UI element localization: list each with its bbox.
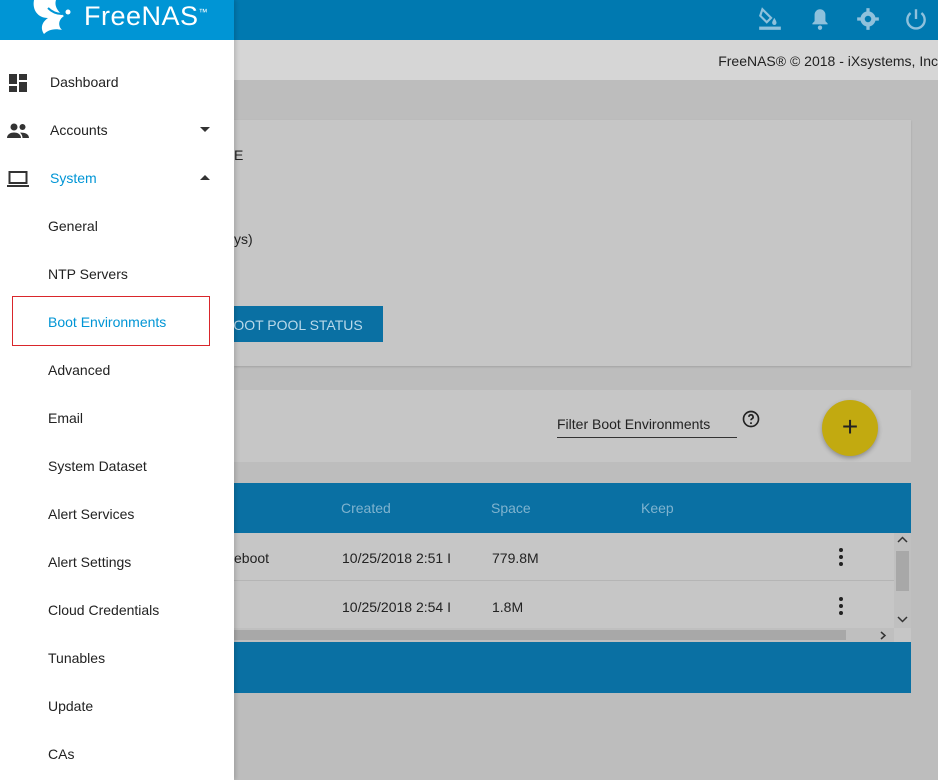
brand-logo[interactable]: FreeNAS™	[0, 0, 234, 40]
sidebar-subitem-label: Alert Services	[48, 506, 135, 522]
more-vert-icon[interactable]	[838, 548, 844, 566]
column-header[interactable]: Space	[491, 500, 531, 516]
boot-pool-status-button[interactable]: BOOT POOL STATUS	[234, 306, 383, 342]
sidebar-item-dashboard[interactable]: Dashboard	[0, 59, 234, 107]
sidebar-subitem-tunables[interactable]: Tunables	[0, 635, 234, 683]
sidebar-item-label: Dashboard	[50, 74, 119, 90]
help-icon[interactable]	[741, 409, 761, 429]
row-created: 10/25/2018 2:54 I	[342, 599, 451, 615]
sub-header: FreeNAS® © 2018 - iXsystems, Inc	[234, 40, 938, 80]
table-footer	[234, 642, 911, 693]
scroll-right-icon[interactable]	[879, 631, 887, 640]
sidebar-subitem-alert-settings[interactable]: Alert Settings	[0, 539, 234, 587]
dashboard-icon	[9, 74, 27, 92]
sidebar-subitem-system-dataset[interactable]: System Dataset	[0, 443, 234, 491]
bell-icon[interactable]	[807, 6, 833, 32]
sidebar-subitem-label: NTP Servers	[48, 266, 128, 282]
vertical-scrollbar[interactable]	[894, 533, 911, 628]
sidebar-item-system[interactable]: System	[0, 155, 234, 203]
sidebar-subitem-cloud-credentials[interactable]: Cloud Credentials	[0, 587, 234, 635]
sidebar-subitem-label: Update	[48, 698, 94, 714]
boot-pool-card: E ys) BOOT POOL STATUS	[234, 120, 911, 366]
freenas-logo-icon	[33, 0, 71, 34]
table-header: Created Space Keep	[234, 483, 911, 533]
sidebar-item-accounts[interactable]: Accounts	[0, 107, 234, 155]
sidebar-subitem-label: Cloud Credentials	[48, 602, 160, 618]
horizontal-scrollbar[interactable]	[234, 628, 894, 642]
sidebar-subitem-alert-services[interactable]: Alert Services	[0, 491, 234, 539]
sidebar-subitem-ntp-servers[interactable]: NTP Servers	[0, 251, 234, 299]
sidebar-subitem-cas[interactable]: CAs	[0, 731, 234, 779]
scroll-thumb[interactable]	[234, 630, 846, 640]
sidebar-subitem-label: Advanced	[48, 362, 111, 378]
copyright-text: FreeNAS® © 2018 - iXsystems, Inc	[718, 53, 938, 69]
scroll-down-icon[interactable]	[897, 615, 908, 623]
filter-input[interactable]: Filter Boot Environments	[557, 416, 737, 438]
sidebar-subitem-label: Tunables	[48, 650, 106, 666]
theme-icon[interactable]	[757, 6, 783, 32]
row-space: 779.8M	[492, 550, 539, 566]
sidebar-subitem-label: System Dataset	[48, 458, 147, 474]
more-vert-icon[interactable]	[838, 597, 844, 615]
chevron-down-icon	[200, 127, 210, 132]
brand-name: FreeNAS™	[84, 1, 209, 31]
gear-icon[interactable]	[855, 6, 881, 32]
power-icon[interactable]	[903, 6, 929, 32]
table-row[interactable]: eboot 10/25/2018 2:51 I 779.8M	[234, 533, 894, 581]
sidebar-subitem-label: Email	[48, 410, 84, 426]
add-fab-button[interactable]: +	[822, 400, 878, 456]
sidebar: FreeNAS™ Dashboard Accounts System Gener…	[0, 0, 234, 780]
scroll-thumb[interactable]	[896, 551, 909, 591]
row-created: 10/25/2018 2:51 I	[342, 550, 451, 566]
scroll-up-icon[interactable]	[897, 536, 908, 544]
sidebar-subitem-update[interactable]: Update	[0, 683, 234, 731]
sidebar-subitem-general[interactable]: General	[0, 203, 234, 251]
column-header[interactable]: Created	[341, 500, 391, 516]
sidebar-subitem-label: Alert Settings	[48, 554, 132, 570]
sidebar-subitem-label: CAs	[48, 746, 75, 762]
card-text-fragment: E	[234, 147, 244, 163]
row-space: 1.8M	[492, 599, 524, 615]
sidebar-subitem-label: General	[48, 218, 98, 234]
laptop-icon	[7, 171, 29, 187]
selection-highlight	[12, 296, 210, 346]
sidebar-subitem-advanced[interactable]: Advanced	[0, 347, 234, 395]
boot-environments-card: Filter Boot Environments + Created Space…	[234, 390, 911, 693]
table-row[interactable]: 10/25/2018 2:54 I 1.8M	[234, 582, 894, 630]
people-icon	[7, 123, 29, 138]
column-header[interactable]: Keep	[641, 500, 674, 516]
sidebar-subitem-email[interactable]: Email	[0, 395, 234, 443]
toolbar-strip	[234, 462, 911, 483]
sidebar-item-label: System	[50, 170, 97, 186]
chevron-up-icon	[200, 175, 210, 180]
card-text-fragment: ys)	[234, 231, 253, 247]
row-name: eboot	[234, 550, 270, 566]
sidebar-item-label: Accounts	[50, 122, 108, 138]
